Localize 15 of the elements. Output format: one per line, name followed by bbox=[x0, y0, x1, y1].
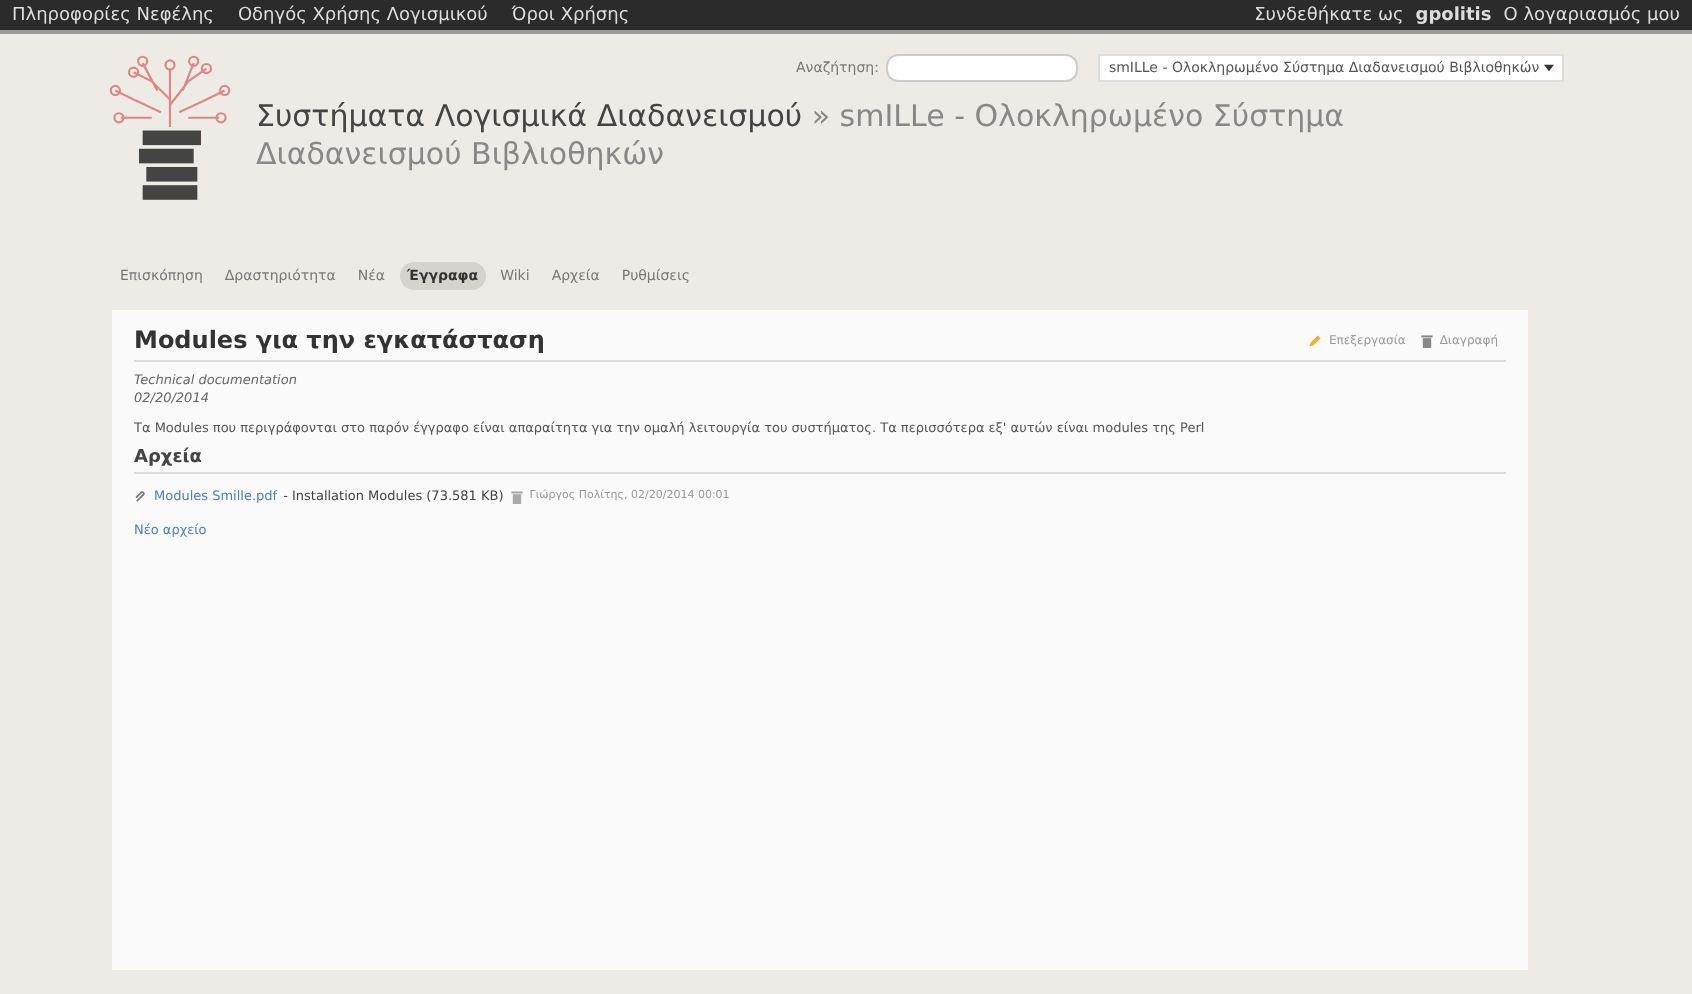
document-title: Modules για την εγκατάσταση bbox=[134, 326, 545, 354]
top-menu-link[interactable]: Οδηγός Χρήσης Λογισμικού bbox=[237, 5, 488, 25]
trash-icon bbox=[1419, 333, 1434, 347]
search-field[interactable] bbox=[886, 54, 1079, 82]
top-menu-link[interactable]: Πληροφορίες Νεφέλης bbox=[12, 5, 214, 25]
logged-in-label: Συνδεθήκατε ως bbox=[1254, 5, 1404, 25]
pencil-icon bbox=[1308, 333, 1323, 347]
top-menu-link[interactable]: Όροι Χρήσης bbox=[511, 5, 630, 25]
account-link[interactable]: Ο λογαριασμός μου bbox=[1503, 5, 1680, 25]
files-heading: Αρχεία bbox=[134, 448, 1506, 474]
paperclip-icon bbox=[134, 489, 148, 503]
user-link[interactable]: gpolitis bbox=[1415, 5, 1492, 25]
project-title: Συστήματα Λογισμικά Διαδανεισμού » smILLe - Ολοκληρωμένο Σύστημα Διαδανεισμού Βιβλιοθηκών bbox=[256, 98, 1347, 174]
trash-icon[interactable] bbox=[509, 489, 524, 503]
caret-icon bbox=[1543, 64, 1554, 72]
